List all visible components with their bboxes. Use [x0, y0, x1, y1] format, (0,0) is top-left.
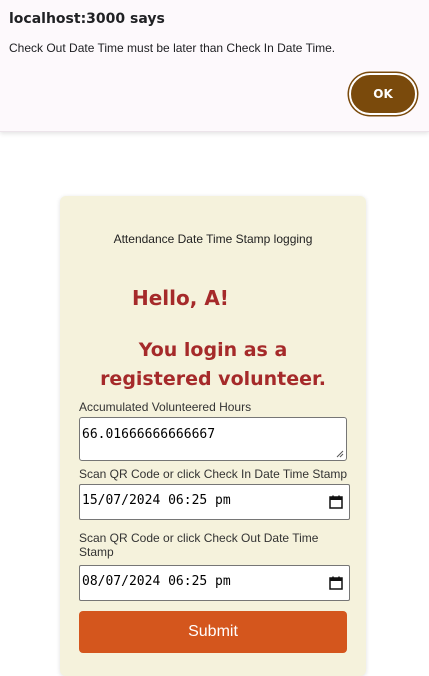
dialog-title: localhost:3000 says: [9, 11, 165, 27]
role-message: You login as a registered volunteer.: [60, 336, 366, 394]
dialog-message: Check Out Date Time must be later than C…: [9, 41, 336, 55]
checkin-datetime-input[interactable]: 15/07/2024 06:25 pm: [79, 484, 350, 520]
calendar-icon[interactable]: [329, 576, 343, 590]
checkin-label: Scan QR Code or click Check In Date Time…: [79, 467, 348, 481]
role-line-1: You login as a: [138, 339, 288, 361]
resize-grip-icon[interactable]: [336, 450, 344, 458]
alert-dialog: localhost:3000 says Check Out Date Time …: [0, 0, 429, 132]
calendar-icon[interactable]: [329, 495, 343, 509]
checkout-datetime-input[interactable]: 08/07/2024 06:25 pm: [79, 565, 350, 601]
card-subtitle: Attendance Date Time Stamp logging: [113, 232, 313, 246]
role-line-2: registered volunteer.: [100, 368, 326, 390]
submit-button[interactable]: Submit: [79, 611, 347, 653]
ok-button[interactable]: OK: [349, 73, 417, 115]
checkin-value: 15/07/2024 06:25 pm: [82, 493, 231, 508]
hours-value: 66.01666666666667: [82, 427, 216, 442]
checkout-value: 08/07/2024 06:25 pm: [82, 574, 231, 589]
hours-textarea[interactable]: 66.01666666666667: [79, 417, 347, 461]
checkout-label: Scan QR Code or click Check Out Date Tim…: [79, 531, 319, 559]
attendance-card: Attendance Date Time Stamp logging Hello…: [60, 196, 366, 676]
greeting-heading: Hello, A!: [132, 286, 229, 310]
hours-label: Accumulated Volunteered Hours: [79, 400, 252, 414]
